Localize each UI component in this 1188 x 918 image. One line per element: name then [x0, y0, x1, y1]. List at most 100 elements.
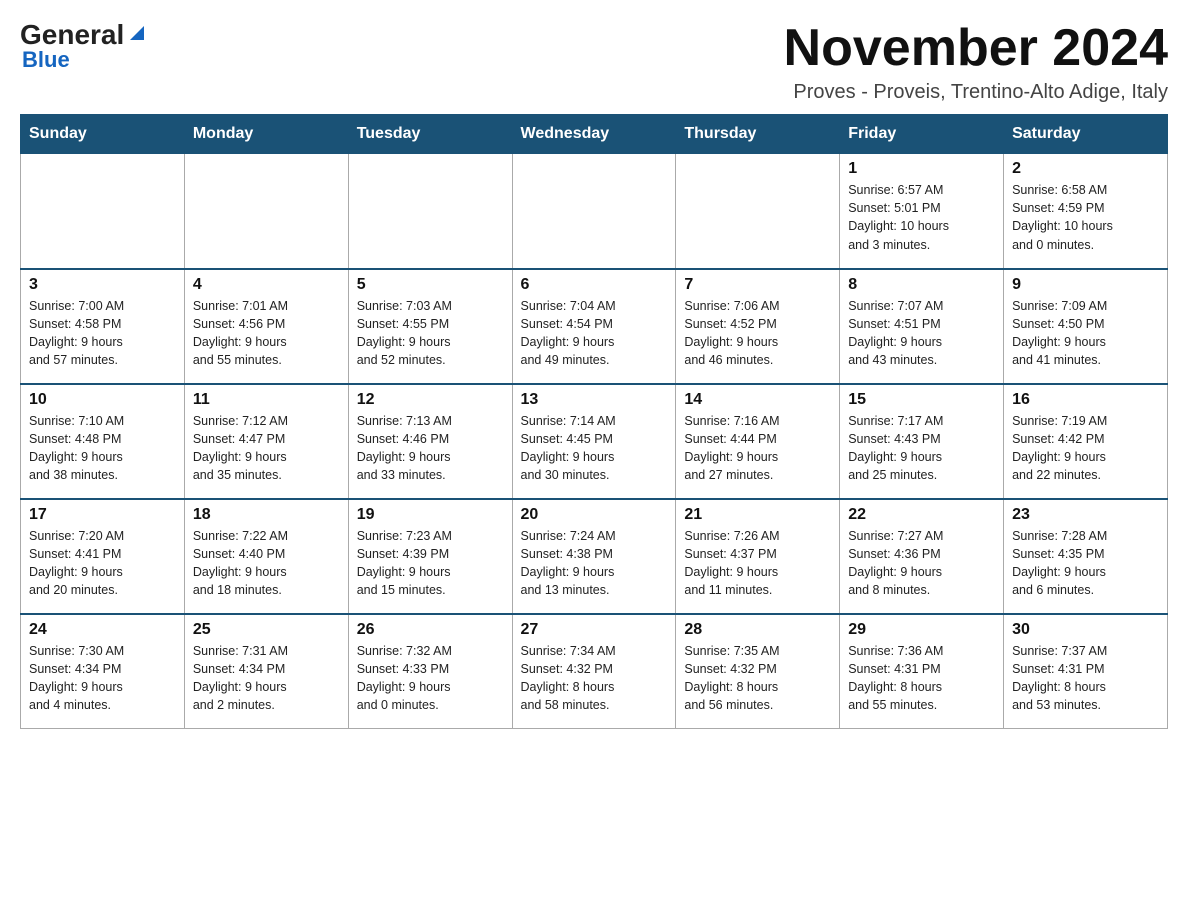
page-header: General Blue November 2024 Proves - Prov…: [20, 20, 1168, 104]
day-number: 30: [1012, 621, 1159, 639]
calendar-day-cell: 1 Sunrise: 6:57 AM Sunset: 5:01 PM Daylig…: [840, 154, 1004, 269]
logo-icon: [126, 22, 148, 44]
day-number: 1: [848, 160, 995, 178]
calendar-day-cell: 24 Sunrise: 7:30 AM Sunset: 4:34 PM Dayli…: [21, 614, 185, 729]
day-number: 22: [848, 506, 995, 524]
calendar-day-cell: 15Sunrise: 7:17 AM Sunset: 4:43 PM Dayli…: [840, 384, 1004, 499]
day-number: 5: [357, 276, 504, 294]
day-info: Sunrise: 7:17 AM Sunset: 4:43 PM Dayligh…: [848, 412, 995, 485]
calendar-day-cell: 11 Sunrise: 7:12 AM Sunset: 4:47 PM Dayli…: [184, 384, 348, 499]
calendar-day-cell: [184, 154, 348, 269]
day-info: Sunrise: 7:24 AM Sunset: 4:38 PM Dayligh…: [521, 527, 668, 600]
calendar-day-cell: 3 Sunrise: 7:00 AM Sunset: 4:58 PM Daylig…: [21, 269, 185, 384]
day-number: 12: [357, 391, 504, 409]
calendar-day-cell: 21 Sunrise: 7:26 AM Sunset: 4:37 PM Dayli…: [676, 499, 840, 614]
day-info: Sunrise: 7:37 AM Sunset: 4:31 PM Dayligh…: [1012, 642, 1159, 715]
calendar-header-row: SundayMondayTuesdayWednesdayThursdayFrid…: [21, 115, 1168, 154]
calendar-day-cell: 18Sunrise: 7:22 AM Sunset: 4:40 PM Dayli…: [184, 499, 348, 614]
day-number: 13: [521, 391, 668, 409]
day-info: Sunrise: 7:00 AM Sunset: 4:58 PM Dayligh…: [29, 297, 176, 370]
calendar-day-cell: 22Sunrise: 7:27 AM Sunset: 4:36 PM Dayli…: [840, 499, 1004, 614]
day-info: Sunrise: 6:57 AM Sunset: 5:01 PM Dayligh…: [848, 181, 995, 254]
logo-blue-text: Blue: [22, 47, 70, 73]
calendar-header-friday: Friday: [840, 115, 1004, 154]
day-info: Sunrise: 7:28 AM Sunset: 4:35 PM Dayligh…: [1012, 527, 1159, 600]
day-info: Sunrise: 6:58 AM Sunset: 4:59 PM Dayligh…: [1012, 181, 1159, 254]
day-number: 16: [1012, 391, 1159, 409]
calendar-day-cell: 20 Sunrise: 7:24 AM Sunset: 4:38 PM Dayli…: [512, 499, 676, 614]
title-area: November 2024 Proves - Proveis, Trentino…: [784, 20, 1168, 104]
calendar-day-cell: 28 Sunrise: 7:35 AM Sunset: 4:32 PM Dayli…: [676, 614, 840, 729]
day-info: Sunrise: 7:34 AM Sunset: 4:32 PM Dayligh…: [521, 642, 668, 715]
calendar-header-wednesday: Wednesday: [512, 115, 676, 154]
calendar-day-cell: 23Sunrise: 7:28 AM Sunset: 4:35 PM Dayli…: [1004, 499, 1168, 614]
day-number: 11: [193, 391, 340, 409]
calendar-day-cell: 19 Sunrise: 7:23 AM Sunset: 4:39 PM Dayli…: [348, 499, 512, 614]
day-number: 3: [29, 276, 176, 294]
calendar-day-cell: [348, 154, 512, 269]
calendar-day-cell: 13 Sunrise: 7:14 AM Sunset: 4:45 PM Dayli…: [512, 384, 676, 499]
calendar-day-cell: 14Sunrise: 7:16 AM Sunset: 4:44 PM Dayli…: [676, 384, 840, 499]
day-info: Sunrise: 7:14 AM Sunset: 4:45 PM Dayligh…: [521, 412, 668, 485]
day-number: 26: [357, 621, 504, 639]
calendar-day-cell: 4 Sunrise: 7:01 AM Sunset: 4:56 PM Daylig…: [184, 269, 348, 384]
day-number: 29: [848, 621, 995, 639]
calendar-day-cell: 27Sunrise: 7:34 AM Sunset: 4:32 PM Dayli…: [512, 614, 676, 729]
day-number: 7: [684, 276, 831, 294]
day-info: Sunrise: 7:06 AM Sunset: 4:52 PM Dayligh…: [684, 297, 831, 370]
calendar-day-cell: 16 Sunrise: 7:19 AM Sunset: 4:42 PM Dayli…: [1004, 384, 1168, 499]
day-number: 2: [1012, 160, 1159, 178]
day-info: Sunrise: 7:20 AM Sunset: 4:41 PM Dayligh…: [29, 527, 176, 600]
day-number: 24: [29, 621, 176, 639]
calendar-day-cell: [21, 154, 185, 269]
calendar-week-row: 3 Sunrise: 7:00 AM Sunset: 4:58 PM Daylig…: [21, 269, 1168, 384]
calendar-day-cell: 12Sunrise: 7:13 AM Sunset: 4:46 PM Dayli…: [348, 384, 512, 499]
location-subtitle: Proves - Proveis, Trentino-Alto Adige, I…: [784, 81, 1168, 104]
calendar-day-cell: 29 Sunrise: 7:36 AM Sunset: 4:31 PM Dayli…: [840, 614, 1004, 729]
day-number: 6: [521, 276, 668, 294]
day-number: 18: [193, 506, 340, 524]
day-info: Sunrise: 7:12 AM Sunset: 4:47 PM Dayligh…: [193, 412, 340, 485]
calendar-week-row: 17Sunrise: 7:20 AM Sunset: 4:41 PM Dayli…: [21, 499, 1168, 614]
day-number: 21: [684, 506, 831, 524]
day-info: Sunrise: 7:19 AM Sunset: 4:42 PM Dayligh…: [1012, 412, 1159, 485]
day-info: Sunrise: 7:23 AM Sunset: 4:39 PM Dayligh…: [357, 527, 504, 600]
day-info: Sunrise: 7:16 AM Sunset: 4:44 PM Dayligh…: [684, 412, 831, 485]
calendar-header-saturday: Saturday: [1004, 115, 1168, 154]
day-info: Sunrise: 7:31 AM Sunset: 4:34 PM Dayligh…: [193, 642, 340, 715]
day-info: Sunrise: 7:01 AM Sunset: 4:56 PM Dayligh…: [193, 297, 340, 370]
day-number: 10: [29, 391, 176, 409]
calendar-day-cell: 30 Sunrise: 7:37 AM Sunset: 4:31 PM Dayli…: [1004, 614, 1168, 729]
calendar-week-row: 10 Sunrise: 7:10 AM Sunset: 4:48 PM Dayli…: [21, 384, 1168, 499]
logo: General Blue: [20, 20, 148, 73]
calendar-header-monday: Monday: [184, 115, 348, 154]
calendar-day-cell: 17Sunrise: 7:20 AM Sunset: 4:41 PM Dayli…: [21, 499, 185, 614]
day-number: 8: [848, 276, 995, 294]
calendar-day-cell: 25Sunrise: 7:31 AM Sunset: 4:34 PM Dayli…: [184, 614, 348, 729]
calendar-week-row: 24 Sunrise: 7:30 AM Sunset: 4:34 PM Dayli…: [21, 614, 1168, 729]
day-info: Sunrise: 7:03 AM Sunset: 4:55 PM Dayligh…: [357, 297, 504, 370]
day-number: 4: [193, 276, 340, 294]
month-title: November 2024: [784, 20, 1168, 77]
day-info: Sunrise: 7:09 AM Sunset: 4:50 PM Dayligh…: [1012, 297, 1159, 370]
day-number: 20: [521, 506, 668, 524]
calendar-day-cell: 9 Sunrise: 7:09 AM Sunset: 4:50 PM Daylig…: [1004, 269, 1168, 384]
calendar-day-cell: [512, 154, 676, 269]
day-info: Sunrise: 7:35 AM Sunset: 4:32 PM Dayligh…: [684, 642, 831, 715]
calendar-day-cell: 26Sunrise: 7:32 AM Sunset: 4:33 PM Dayli…: [348, 614, 512, 729]
calendar-day-cell: 10 Sunrise: 7:10 AM Sunset: 4:48 PM Dayli…: [21, 384, 185, 499]
day-info: Sunrise: 7:10 AM Sunset: 4:48 PM Dayligh…: [29, 412, 176, 485]
day-info: Sunrise: 7:26 AM Sunset: 4:37 PM Dayligh…: [684, 527, 831, 600]
day-info: Sunrise: 7:30 AM Sunset: 4:34 PM Dayligh…: [29, 642, 176, 715]
calendar-header-sunday: Sunday: [21, 115, 185, 154]
day-number: 19: [357, 506, 504, 524]
calendar-day-cell: 6 Sunrise: 7:04 AM Sunset: 4:54 PM Daylig…: [512, 269, 676, 384]
calendar-day-cell: 7 Sunrise: 7:06 AM Sunset: 4:52 PM Daylig…: [676, 269, 840, 384]
day-number: 28: [684, 621, 831, 639]
day-info: Sunrise: 7:04 AM Sunset: 4:54 PM Dayligh…: [521, 297, 668, 370]
day-info: Sunrise: 7:36 AM Sunset: 4:31 PM Dayligh…: [848, 642, 995, 715]
calendar-day-cell: 8Sunrise: 7:07 AM Sunset: 4:51 PM Daylig…: [840, 269, 1004, 384]
calendar-header-thursday: Thursday: [676, 115, 840, 154]
day-number: 9: [1012, 276, 1159, 294]
calendar-table: SundayMondayTuesdayWednesdayThursdayFrid…: [20, 114, 1168, 729]
